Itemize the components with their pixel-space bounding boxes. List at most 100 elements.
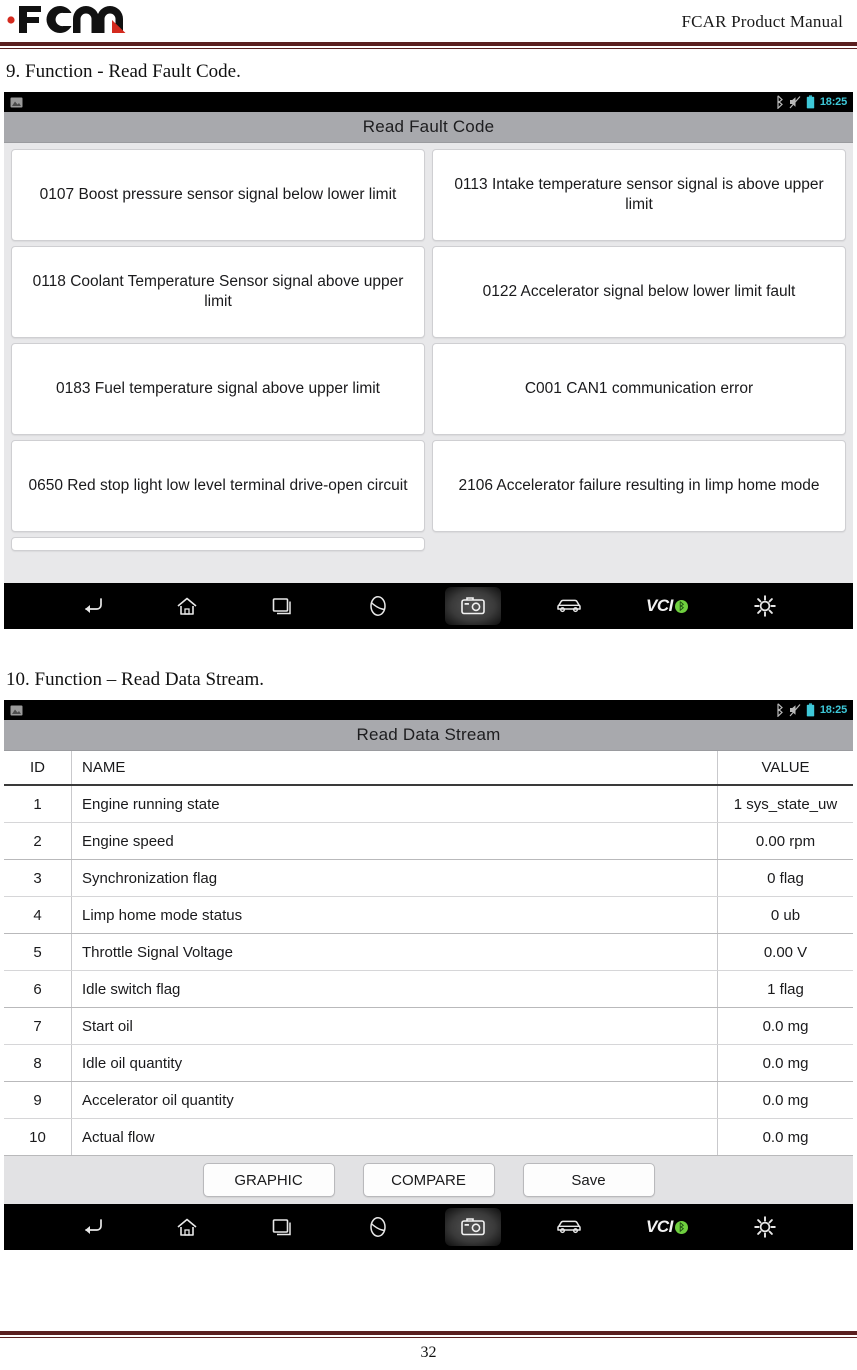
home-icon[interactable] — [159, 1208, 215, 1246]
back-icon[interactable] — [64, 587, 120, 625]
compare-button[interactable]: COMPARE — [362, 1163, 495, 1197]
fault-code-label: 0650 Red stop light low level terminal d… — [28, 477, 408, 495]
table-row[interactable]: 10 Actual flow 0.0 mg — [4, 1119, 853, 1156]
table-header-row: ID NAME VALUE — [4, 751, 853, 786]
fault-code-label: 0183 Fuel temperature signal above upper… — [56, 380, 380, 398]
fault-code-item[interactable]: 2106 Accelerator failure resulting in li… — [432, 440, 846, 532]
cell-name: Start oil — [82, 1017, 133, 1035]
fault-code-label: 0118 Coolant Temperature Sensor signal a… — [32, 273, 404, 310]
column-header-id: ID — [4, 751, 72, 784]
fault-code-item[interactable]: 0118 Coolant Temperature Sensor signal a… — [11, 246, 425, 338]
manual-title: FCAR Product Manual — [681, 12, 843, 31]
cell-id: 10 — [4, 1119, 72, 1155]
page-title: Read Fault Code — [362, 117, 495, 136]
cell-id: 7 — [4, 1008, 72, 1044]
header-rule-thick — [0, 42, 857, 46]
fault-code-screenshot: 18:25 Read Fault Code 0107 Boost pressur… — [4, 92, 853, 629]
cell-name: Idle switch flag — [82, 980, 181, 998]
fault-code-item[interactable]: C001 CAN1 communication error — [432, 343, 846, 435]
settings-gear-icon[interactable] — [737, 1208, 793, 1246]
table-row[interactable]: 2 Engine speed 0.00 rpm — [4, 823, 853, 860]
vci-bluetooth-badge — [674, 1220, 688, 1234]
document-footer: 32 — [0, 1331, 857, 1370]
cell-name: Synchronization flag — [82, 869, 218, 887]
fault-code-item[interactable]: 0122 Accelerator signal below lower limi… — [432, 246, 846, 338]
cell-value: 0.00 rpm — [717, 823, 853, 859]
cell-value: 0.00 V — [717, 934, 853, 970]
camera-icon[interactable] — [445, 1208, 502, 1246]
cell-name: Engine running state — [82, 795, 220, 813]
cell-name: Actual flow — [82, 1128, 155, 1146]
back-icon[interactable] — [64, 1208, 120, 1246]
cell-id: 6 — [4, 971, 72, 1007]
cell-value: 0.0 mg — [717, 1008, 853, 1044]
bluetooth-icon — [775, 95, 784, 110]
table-row[interactable]: 7 Start oil 0.0 mg — [4, 1008, 853, 1045]
fault-code-label: 0113 Intake temperature sensor signal is… — [454, 176, 824, 213]
cell-name: Engine speed — [82, 832, 174, 850]
vehicle-icon[interactable] — [541, 587, 597, 625]
cell-value: 0.0 mg — [717, 1082, 853, 1118]
table-row[interactable]: 4 Limp home mode status 0 ub — [4, 897, 853, 934]
data-stream-screenshot: 18:25 Read Data Stream ID NAME VALUE 1 E… — [4, 700, 853, 1250]
cell-name: Limp home mode status — [82, 906, 243, 924]
cell-id: 9 — [4, 1082, 72, 1118]
app-title-bar: Read Fault Code — [4, 112, 853, 143]
cell-id: 5 — [4, 934, 72, 970]
cell-value: 0 flag — [717, 860, 853, 896]
column-header-value: VALUE — [717, 751, 853, 784]
cell-value: 1 flag — [717, 971, 853, 1007]
save-button[interactable]: Save — [522, 1163, 655, 1197]
home-icon[interactable] — [159, 587, 215, 625]
fcar-logo — [6, 2, 130, 39]
fault-code-item[interactable]: 0650 Red stop light low level terminal d… — [11, 440, 425, 532]
recents-icon[interactable] — [254, 587, 310, 625]
vci-icon[interactable]: VCI — [636, 1208, 698, 1246]
recents-icon[interactable] — [254, 1208, 310, 1246]
camera-icon[interactable] — [445, 587, 502, 625]
table-row[interactable]: 5 Throttle Signal Voltage 0.00 V — [4, 934, 853, 971]
android-nav-bar: VCI — [4, 583, 853, 629]
fault-code-row-partial — [11, 537, 846, 551]
app-title-bar: Read Data Stream — [4, 720, 853, 751]
android-nav-bar: VCI — [4, 1204, 853, 1250]
data-stream-table: ID NAME VALUE 1 Engine running state 1 s… — [4, 751, 853, 1156]
fault-code-row: 0183 Fuel temperature signal above upper… — [11, 343, 846, 435]
browser-icon[interactable] — [350, 1208, 406, 1246]
cell-value: 0 ub — [717, 897, 853, 933]
status-bar: 18:25 — [4, 700, 853, 720]
fault-code-label: 2106 Accelerator failure resulting in li… — [458, 477, 820, 495]
table-row[interactable]: 1 Engine running state 1 sys_state_uw — [4, 786, 853, 823]
table-row[interactable]: 9 Accelerator oil quantity 0.0 mg — [4, 1082, 853, 1119]
action-button-strip: GRAPHIC COMPARE Save — [4, 1156, 853, 1204]
status-bar: 18:25 — [4, 92, 853, 112]
battery-icon — [806, 95, 815, 109]
vci-bluetooth-badge — [674, 599, 688, 613]
fault-code-item[interactable]: 0113 Intake temperature sensor signal is… — [432, 149, 846, 241]
vci-label: VCI — [646, 596, 673, 615]
footer-rule-thick — [0, 1331, 857, 1335]
table-row[interactable]: 8 Idle oil quantity 0.0 mg — [4, 1045, 853, 1082]
browser-icon[interactable] — [350, 587, 406, 625]
table-row[interactable]: 3 Synchronization flag 0 flag — [4, 860, 853, 897]
header-rule-thin — [0, 48, 857, 49]
fault-code-item[interactable]: 0107 Boost pressure sensor signal below … — [11, 149, 425, 241]
table-row[interactable]: 6 Idle switch flag 1 flag — [4, 971, 853, 1008]
fault-code-item-partial[interactable] — [11, 537, 425, 551]
cell-id: 1 — [4, 786, 72, 822]
fault-code-row: 0650 Red stop light low level terminal d… — [11, 440, 846, 532]
vehicle-icon[interactable] — [541, 1208, 597, 1246]
mute-icon — [789, 95, 801, 109]
cell-value: 1 sys_state_uw — [717, 786, 853, 822]
column-header-name: NAME — [82, 759, 126, 776]
bluetooth-icon — [775, 703, 784, 718]
page-title: Read Data Stream — [356, 725, 501, 744]
status-clock: 18:25 — [819, 96, 847, 108]
footer-rule-thin — [0, 1337, 857, 1338]
cell-name: Idle oil quantity — [82, 1054, 183, 1072]
graphic-button[interactable]: GRAPHIC — [202, 1163, 335, 1197]
settings-gear-icon[interactable] — [737, 587, 793, 625]
vci-icon[interactable]: VCI — [636, 587, 698, 625]
fault-code-list[interactable]: 0107 Boost pressure sensor signal below … — [4, 143, 853, 583]
fault-code-item[interactable]: 0183 Fuel temperature signal above upper… — [11, 343, 425, 435]
